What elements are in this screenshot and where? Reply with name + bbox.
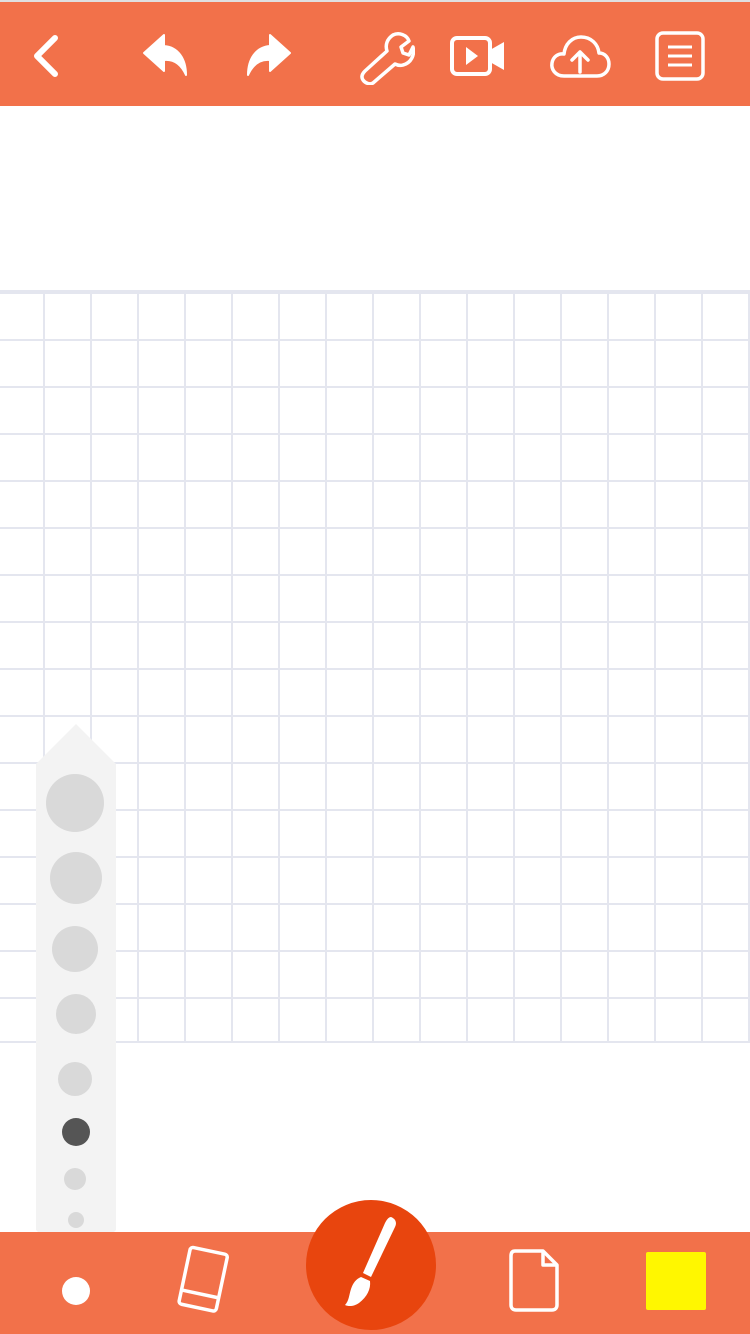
size-option-xxxs[interactable] xyxy=(68,1212,84,1228)
color-swatch[interactable] xyxy=(646,1252,706,1310)
back-button[interactable] xyxy=(15,24,79,88)
undo-button[interactable] xyxy=(134,24,198,88)
brush-size-picker xyxy=(36,724,116,1270)
menu-button[interactable] xyxy=(648,24,712,88)
size-option-xxs[interactable] xyxy=(64,1168,86,1190)
canvas-blank-area[interactable] xyxy=(0,106,750,290)
undo-icon xyxy=(140,31,192,81)
menu-list-icon xyxy=(654,30,706,82)
redo-button[interactable] xyxy=(236,24,300,88)
size-option-xl[interactable] xyxy=(50,852,102,904)
cloud-upload-icon xyxy=(548,32,612,80)
size-option-l[interactable] xyxy=(52,926,98,972)
redo-icon xyxy=(242,31,294,81)
size-option-s[interactable] xyxy=(58,1062,92,1096)
back-chevron-icon xyxy=(27,32,67,80)
brush-tool-button[interactable] xyxy=(306,1200,436,1330)
wrench-icon xyxy=(357,27,415,85)
page-button[interactable] xyxy=(502,1248,566,1319)
size-option-xxl[interactable] xyxy=(46,774,104,832)
page-icon xyxy=(507,1248,561,1319)
video-icon xyxy=(449,34,507,78)
cloud-upload-button[interactable] xyxy=(546,24,614,88)
video-button[interactable] xyxy=(446,24,510,88)
size-option-m[interactable] xyxy=(56,994,96,1034)
current-brush-size-dot[interactable] xyxy=(62,1277,90,1305)
top-toolbar xyxy=(0,0,750,106)
settings-button[interactable] xyxy=(354,24,418,88)
brush-icon xyxy=(341,1215,401,1316)
eraser-icon xyxy=(172,1244,232,1321)
size-option-xs-selected[interactable] xyxy=(62,1118,90,1146)
eraser-button[interactable] xyxy=(166,1244,238,1320)
